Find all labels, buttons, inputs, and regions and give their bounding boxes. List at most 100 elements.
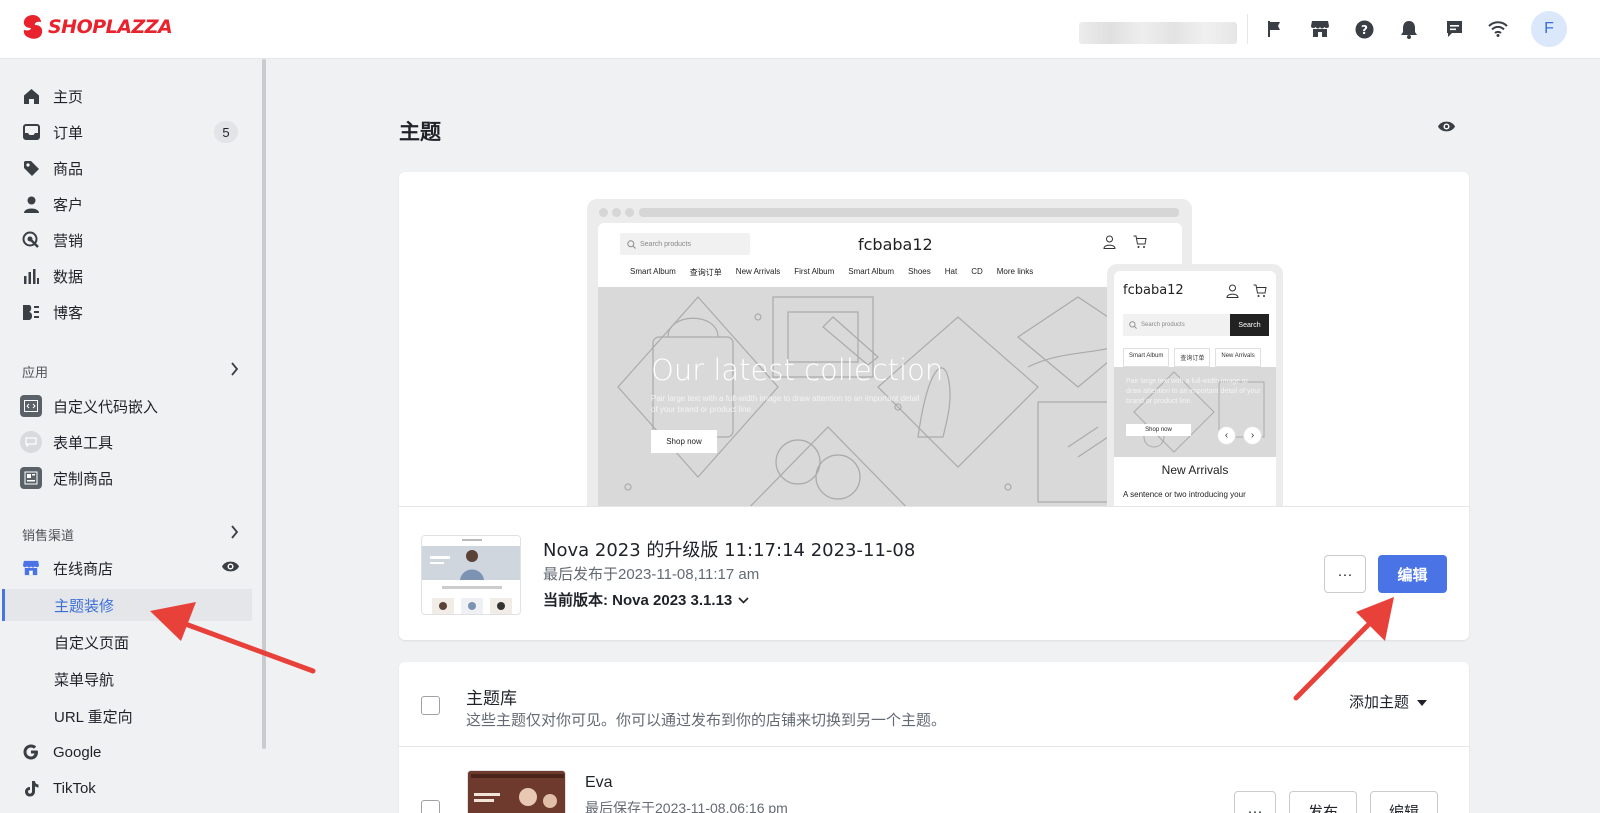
sidebar-item-products[interactable]: 商品 (16, 152, 252, 184)
sidebar-item-analytics[interactable]: 数据 (16, 260, 252, 292)
blog-icon (20, 301, 42, 323)
topbar-divider (1247, 14, 1248, 44)
edit-button[interactable]: 编辑 (1370, 791, 1438, 813)
sidebar-item-blog[interactable]: 博客 (16, 296, 252, 328)
eva-theme-thumbnail[interactable] (467, 770, 566, 813)
sidebar-item-home[interactable]: 主页 (16, 80, 252, 112)
sidebar-subitem-custom-pages[interactable]: 自定义页面 (2, 626, 252, 658)
current-theme-name: Nova 2023 的升级版 11:17:14 2023-11-08 (543, 540, 916, 561)
preview-nav-item: Shoes (908, 267, 931, 276)
theme-library-title: 主题库 (466, 689, 517, 708)
shoplazza-logo[interactable]: SHOPLAZZA (22, 14, 173, 40)
logo-text: SHOPLAZZA (48, 16, 173, 38)
sidebar-item-label: 自定义代码嵌入 (53, 398, 159, 416)
current-theme-version[interactable]: 当前版本: Nova 2023 3.1.13 (543, 589, 749, 610)
sidebar-item-label: 博客 (53, 304, 84, 322)
preview-mobile-search-placeholder: Search products (1141, 322, 1185, 328)
chevron-left-icon: ‹ (1217, 426, 1236, 445)
marketing-icon (20, 229, 42, 251)
chevron-right-icon[interactable] (230, 362, 239, 381)
sidebar-subitem-theme[interactable]: 主题装修 (2, 589, 252, 621)
more-actions-button[interactable]: ··· (1234, 791, 1276, 813)
preview-nav: Smart Album 查询订单 New Arrivals First Albu… (630, 267, 1033, 278)
store-name-blurred[interactable] (1079, 22, 1237, 44)
sidebar-item-tiktok[interactable]: TikTok (16, 772, 252, 804)
preview-mobile-tag: Smart Album (1123, 348, 1170, 367)
add-theme-button[interactable]: 添加主题 (1349, 691, 1428, 712)
store-icon (20, 557, 42, 579)
sidebar-item-orders[interactable]: 订单 5 (16, 116, 252, 148)
sidebar-item-marketing[interactable]: 营销 (16, 224, 252, 256)
preview-mobile-tag: New Arrivals (1215, 348, 1261, 367)
desktop-preview: Search products fcbaba12 Smart Album 查询订… (587, 199, 1192, 506)
tiktok-icon (20, 777, 42, 799)
person-icon (20, 193, 42, 215)
bar-chart-icon (20, 265, 42, 287)
sidebar-subitem-menu-nav[interactable]: 菜单导航 (2, 663, 252, 695)
eye-icon[interactable] (1437, 120, 1456, 138)
inbox-icon (20, 121, 42, 143)
store-icon[interactable] (1307, 16, 1333, 42)
sidebar-scrollbar[interactable] (262, 59, 266, 749)
eye-icon[interactable] (221, 560, 240, 577)
publish-button[interactable]: 发布 (1289, 791, 1357, 813)
wifi-icon[interactable] (1485, 16, 1511, 42)
sidebar-item-label: 表单工具 (53, 434, 114, 452)
theme-thumbnail-image (422, 536, 520, 614)
sidebar-app-form-tool[interactable]: 表单工具 (16, 426, 252, 458)
sidebar-item-label: 主题装修 (54, 597, 115, 615)
preview-hero: Our latest collection Pair large text wi… (598, 287, 1182, 506)
preview-nav-item: Smart Album (630, 267, 676, 276)
search-icon (627, 240, 636, 249)
library-theme-name: Eva (585, 774, 613, 791)
theme-row-checkbox[interactable] (421, 800, 440, 813)
preview-mobile-search-button: Search (1230, 314, 1269, 336)
sidebar-item-customers[interactable]: 客户 (16, 188, 252, 220)
select-all-checkbox[interactable] (421, 696, 440, 715)
bell-icon[interactable] (1396, 16, 1422, 42)
mobile-preview: fcbaba12 Search products Search Smart Al… (1107, 264, 1283, 506)
sidebar-subitem-url-redirect[interactable]: URL 重定向 (2, 700, 252, 732)
sidebar-item-label: 自定义页面 (54, 634, 130, 652)
current-theme-card: Search products fcbaba12 Smart Album 查询订… (399, 172, 1469, 640)
preview-mobile-search-input: Search products (1123, 314, 1230, 336)
more-actions-button[interactable]: ··· (1324, 555, 1366, 593)
chat-icon[interactable] (1441, 16, 1467, 42)
preview-nav-item: CD (971, 267, 983, 276)
custom-product-icon (20, 467, 42, 489)
theme-library-card: 主题库 这些主题仅对你可见。你可以通过发布到你的店铺来切换到另一个主题。 添加主… (399, 662, 1469, 813)
preview-nav-item: Hat (944, 267, 958, 276)
sidebar-item-label: 数据 (53, 268, 84, 286)
add-theme-label: 添加主题 (1349, 694, 1410, 711)
preview-nav-item: New Arrivals (735, 267, 781, 276)
sidebar-item-label: Google (53, 743, 102, 761)
apps-section-label: 应用 (22, 365, 49, 380)
edit-theme-button[interactable]: 编辑 (1378, 555, 1447, 593)
sidebar-item-label: 定制商品 (53, 470, 114, 488)
caret-down-icon (1417, 693, 1428, 710)
top-bar: SHOPLAZZA ? F (0, 0, 1600, 59)
current-theme-thumbnail[interactable] (421, 535, 521, 615)
sidebar-app-custom-code[interactable]: 自定义代码嵌入 (16, 390, 252, 422)
current-theme-published: 最后发布于2023-11-08,11:17 am (543, 566, 760, 583)
preview-mobile-tag: 查询订单 (1174, 348, 1211, 367)
cart-icon (1253, 284, 1267, 303)
theme-preview[interactable]: Search products fcbaba12 Smart Album 查询订… (399, 172, 1469, 507)
preview-mobile-store-name: fcbaba12 (1123, 283, 1184, 298)
home-icon (20, 85, 42, 107)
sidebar-item-online-store[interactable]: 在线商店 (16, 552, 252, 584)
preview-mobile-hero: Pair large text with a full-width image … (1114, 367, 1276, 457)
preview-nav-item: More links (996, 267, 1034, 276)
preview-hero-subtitle: Pair large text with a full-width image … (651, 394, 920, 414)
sidebar-item-label: 主页 (53, 88, 84, 106)
chevron-right-icon[interactable] (230, 525, 239, 544)
theme-library-description: 这些主题仅对你可见。你可以通过发布到你的店铺来切换到另一个主题。 (466, 712, 947, 729)
help-icon[interactable]: ? (1351, 16, 1377, 42)
sidebar-item-label: 营销 (53, 232, 84, 250)
sidebar-item-google[interactable]: Google (16, 736, 252, 768)
chevron-right-icon: › (1243, 426, 1262, 445)
sidebar-app-custom-product[interactable]: 定制商品 (16, 462, 252, 494)
flag-icon[interactable] (1262, 16, 1288, 42)
code-icon (20, 395, 42, 417)
avatar[interactable]: F (1531, 11, 1567, 47)
